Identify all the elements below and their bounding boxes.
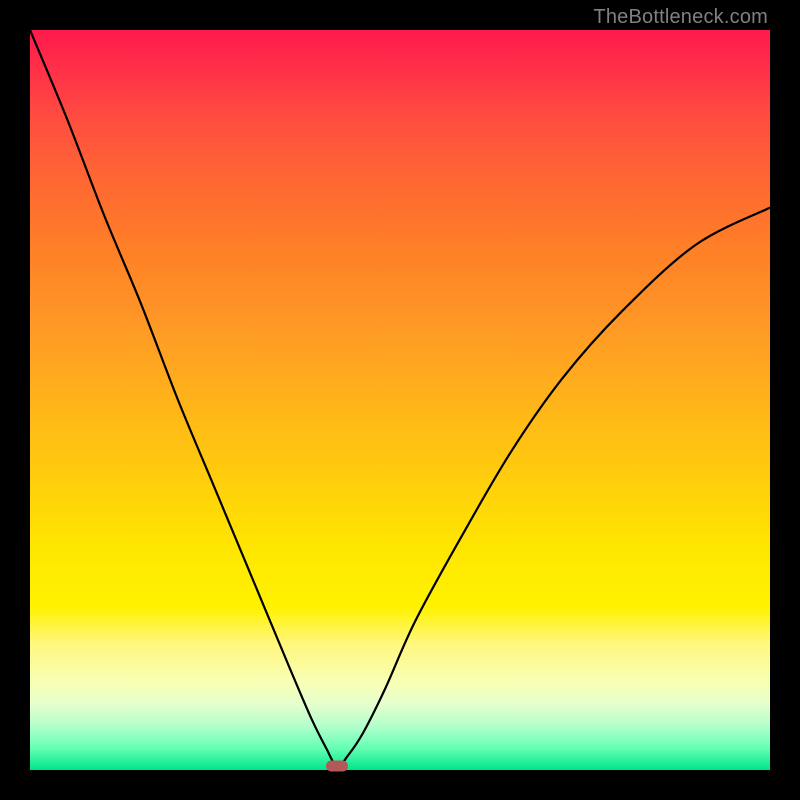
chart-container: TheBottleneck.com xyxy=(0,0,800,800)
minimum-marker xyxy=(326,761,348,772)
plot-area xyxy=(30,30,770,770)
watermark-text: TheBottleneck.com xyxy=(593,6,768,29)
bottleneck-curve-path xyxy=(30,30,770,766)
curve-svg xyxy=(30,30,770,770)
